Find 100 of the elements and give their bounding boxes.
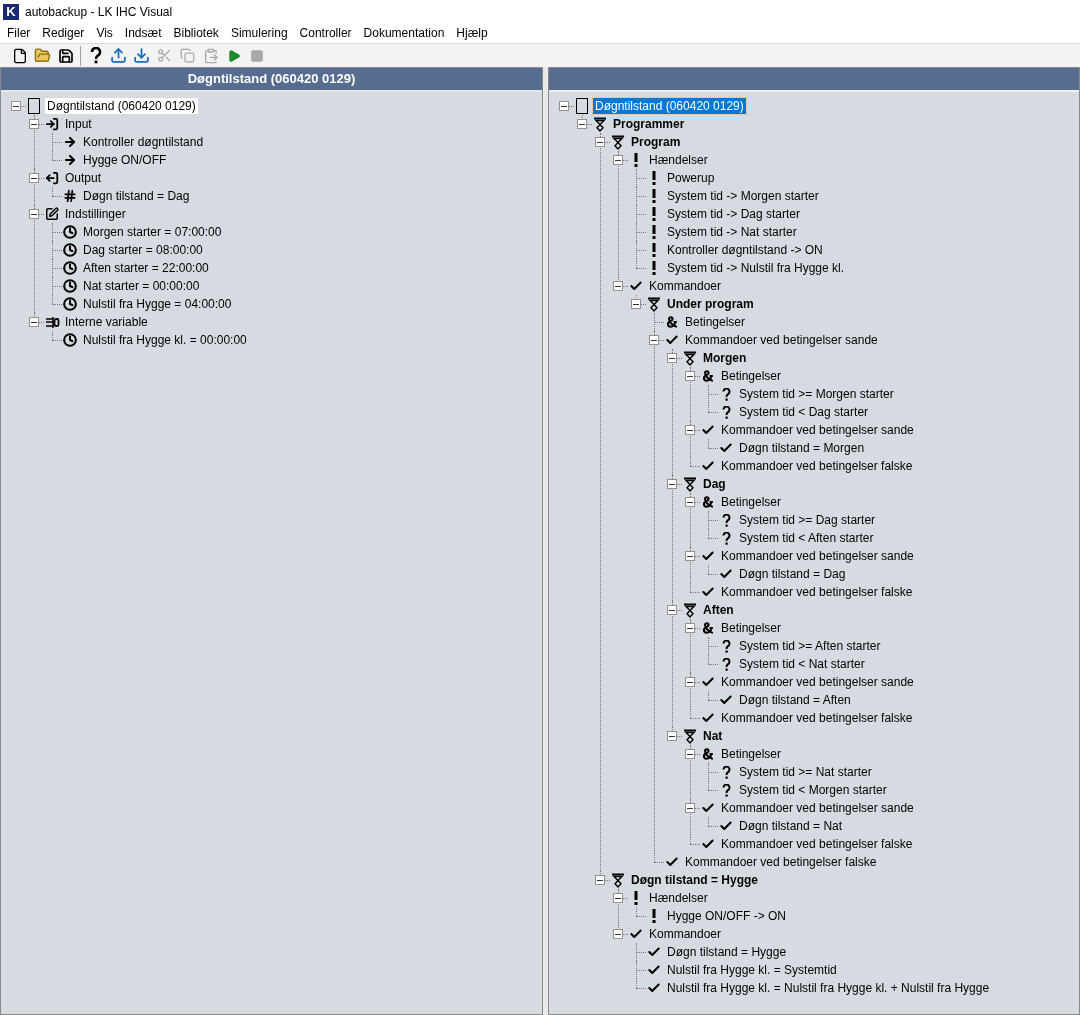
tree-item-label[interactable]: Hændelser — [647, 890, 710, 906]
tree-item-label[interactable]: Kommandoer — [647, 278, 724, 294]
tree-item-label[interactable]: System tid -> Nat starter — [665, 224, 799, 240]
tree-item-label[interactable]: System tid < Morgen starter — [737, 782, 889, 798]
expand-toggle[interactable] — [667, 479, 677, 489]
expand-toggle[interactable] — [685, 749, 695, 759]
tree-item-label[interactable]: Kommandoer ved betingelser falske — [683, 854, 879, 870]
expand-toggle[interactable] — [595, 875, 605, 885]
tree-item-label[interactable]: Input — [63, 116, 94, 132]
tree-item-label[interactable]: Kommandoer ved betingelser sande — [719, 422, 916, 438]
expand-toggle[interactable] — [613, 155, 623, 165]
expand-toggle[interactable] — [685, 551, 695, 561]
expand-toggle[interactable] — [595, 137, 605, 147]
expand-toggle[interactable] — [11, 101, 21, 111]
expand-toggle[interactable] — [577, 119, 587, 129]
tree-item-label[interactable]: Aften starter = 22:00:00 — [81, 260, 211, 276]
tree-item-label[interactable]: Betingelser — [683, 314, 748, 330]
expand-toggle[interactable] — [667, 353, 677, 363]
tree-item-label[interactable]: Døgn tilstand = Aften — [737, 692, 853, 708]
expand-toggle[interactable] — [29, 317, 39, 327]
tree-item-label[interactable]: Kommandoer ved betingelser sande — [719, 548, 916, 564]
tree-item-label[interactable]: Aften — [701, 602, 736, 618]
tree-item-label[interactable]: Nat starter = 00:00:00 — [81, 278, 202, 294]
tree-item-label[interactable]: Kommandoer ved betingelser falske — [719, 458, 915, 474]
expand-toggle[interactable] — [613, 893, 623, 903]
tree-item-label[interactable]: Nulstil fra Hygge kl. = Systemtid — [665, 962, 839, 978]
tree-item-label[interactable]: Nulstil fra Hygge kl. = Nulstil fra Hygge kl. + Nulstil fra Hygge — [665, 980, 992, 996]
expand-toggle[interactable] — [649, 335, 659, 345]
expand-toggle[interactable] — [559, 101, 569, 111]
tree-item-label[interactable]: Hændelser — [647, 152, 710, 168]
tree-item-label[interactable]: Output — [63, 170, 104, 186]
tree-item-label[interactable]: Programmer — [611, 116, 687, 132]
tree-item-label[interactable]: System tid >= Dag starter — [737, 512, 878, 528]
tree-item-label[interactable]: Døgn tilstand = Dag — [81, 188, 192, 204]
tree-item-label[interactable]: System tid -> Morgen starter — [665, 188, 821, 204]
tree-item-label[interactable]: Kommandoer ved betingelser falske — [719, 584, 915, 600]
menu-item[interactable]: Filer — [1, 24, 37, 42]
tree-item-label[interactable]: System tid >= Nat starter — [737, 764, 874, 780]
tree-item-label[interactable]: Dag starter = 08:00:00 — [81, 242, 205, 258]
expand-toggle[interactable] — [685, 623, 695, 633]
expand-toggle[interactable] — [685, 677, 695, 687]
tree-item-label[interactable]: Betingelser — [719, 368, 784, 384]
tree-item-label[interactable]: Døgn tilstand = Dag — [737, 566, 848, 582]
menu-item[interactable]: Controller — [293, 24, 358, 42]
expand-toggle[interactable] — [667, 605, 677, 615]
expand-toggle[interactable] — [685, 371, 695, 381]
expand-toggle[interactable] — [29, 119, 39, 129]
tree-item-label[interactable]: Hygge ON/OFF -> ON — [665, 908, 789, 924]
expand-toggle[interactable] — [29, 209, 39, 219]
tree-item-label[interactable]: System tid < Dag starter — [737, 404, 871, 420]
tree-item-label[interactable]: Kommandoer ved betingelser sande — [719, 674, 916, 690]
menu-item[interactable]: Vis — [90, 24, 119, 42]
tree-item-label[interactable]: Kommandoer ved betingelser falske — [719, 710, 915, 726]
menu-item[interactable]: Simulering — [224, 24, 294, 42]
expand-toggle[interactable] — [667, 731, 677, 741]
tree-item-label[interactable]: Dag — [701, 476, 728, 492]
tree-item-label[interactable]: Døgn tilstand = Hygge — [665, 944, 789, 960]
tree-item-label[interactable]: Døgn tilstand = Morgen — [737, 440, 867, 456]
tree-item-label[interactable]: Nulstil fra Hygge kl. = 00:00:00 — [81, 332, 249, 348]
menu-item[interactable]: Indsæt — [118, 24, 168, 42]
menu-item[interactable]: Bibliotek — [167, 24, 225, 42]
tree-item-label[interactable]: Nat — [701, 728, 725, 744]
expand-toggle[interactable] — [685, 803, 695, 813]
expand-toggle[interactable] — [685, 497, 695, 507]
tree-item-label[interactable]: Døgn tilstand = Nat — [737, 818, 845, 834]
tree-item-label[interactable]: Powerup — [665, 170, 717, 186]
tree-item-label[interactable]: Interne variable — [63, 314, 150, 330]
tree-item-label[interactable]: Under program — [665, 296, 756, 312]
menu-item[interactable]: Dokumentation — [357, 24, 451, 42]
expand-toggle[interactable] — [29, 173, 39, 183]
tree-item-label[interactable]: Nulstil fra Hygge = 04:00:00 — [81, 296, 234, 312]
tree-item-label[interactable]: Morgen — [701, 350, 749, 366]
tree-item-label[interactable]: Betingelser — [719, 494, 784, 510]
tree-item-label[interactable]: Kommandoer ved betingelser falske — [719, 836, 915, 852]
tree-item-label[interactable]: Døgntilstand (060420 0129) — [593, 98, 746, 114]
tree-item-label[interactable]: System tid >= Morgen starter — [737, 386, 896, 402]
tree-item-label[interactable]: System tid -> Nulstil fra Hygge kl. — [665, 260, 847, 276]
tree-item-label[interactable]: System tid -> Dag starter — [665, 206, 803, 222]
expand-toggle[interactable] — [685, 425, 695, 435]
tree-item-label[interactable]: Betingelser — [719, 746, 784, 762]
tree-item-label[interactable]: Kommandoer — [647, 926, 724, 942]
tree-item-label[interactable]: Kommandoer ved betingelser sande — [719, 800, 916, 816]
tree-item-label[interactable]: Kontroller døgntilstand — [81, 134, 206, 150]
tree-item-label[interactable]: Kommandoer ved betingelser sande — [683, 332, 880, 348]
tree-item-label[interactable]: Indstillinger — [63, 206, 128, 222]
tree-item-label[interactable]: Program — [629, 134, 683, 150]
tree-item-label[interactable]: Kontroller døgntilstand -> ON — [665, 242, 825, 258]
tree-item-label[interactable]: Døgntilstand (060420 0129) — [45, 98, 198, 114]
menu-item[interactable]: Rediger — [36, 24, 91, 42]
expand-toggle[interactable] — [631, 299, 641, 309]
tree-item-label[interactable]: System tid < Aften starter — [737, 530, 876, 546]
tree-item-label[interactable]: System tid >= Aften starter — [737, 638, 883, 654]
tree-item-label[interactable]: Hygge ON/OFF — [81, 152, 169, 168]
tree-item-label[interactable]: Morgen starter = 07:00:00 — [81, 224, 224, 240]
tree-item-label[interactable]: System tid < Nat starter — [737, 656, 867, 672]
menu-item[interactable]: Hjælp — [450, 24, 494, 42]
expand-toggle[interactable] — [613, 929, 623, 939]
tree-item-label[interactable]: Betingelser — [719, 620, 784, 636]
tree-item-label[interactable]: Døgn tilstand = Hygge — [629, 872, 760, 888]
expand-toggle[interactable] — [613, 281, 623, 291]
